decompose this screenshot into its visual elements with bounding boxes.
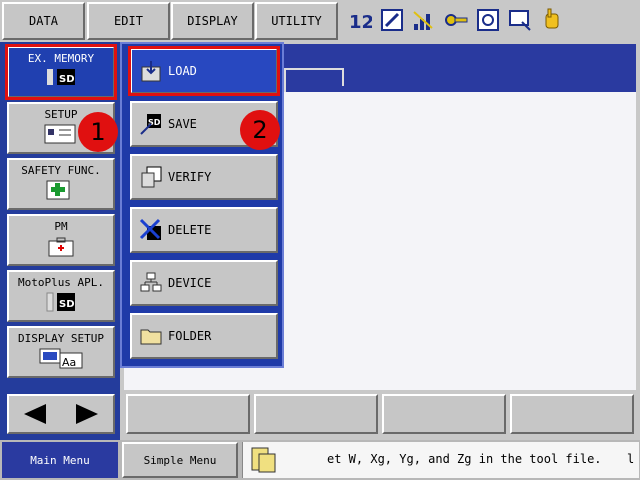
monitor-icon xyxy=(508,8,532,32)
submenu-panel: LOAD SD SAVE VERIFY DELETE DEVICE FOLDER xyxy=(120,42,284,368)
arrow-left-icon[interactable] xyxy=(20,402,50,426)
submenu-delete-label: DELETE xyxy=(168,223,212,237)
submenu-save-label: SAVE xyxy=(168,117,197,131)
status-message: et W, Xg, Yg, and Zg in the tool file. xyxy=(327,452,602,466)
first-aid-icon xyxy=(48,237,74,257)
submenu-delete[interactable]: DELETE xyxy=(130,207,278,253)
menu-utility-label: UTILITY xyxy=(271,14,322,28)
svg-text:12: 12 xyxy=(349,12,372,32)
marker-2: 2 xyxy=(240,110,280,150)
side-item-ex-memory-label: EX. MEMORY xyxy=(27,52,95,65)
clipboard-icon xyxy=(251,447,276,473)
submenu-verify-label: VERIFY xyxy=(168,170,212,184)
svg-text:SD: SD xyxy=(59,74,75,85)
side-item-pm[interactable]: PM xyxy=(7,214,115,266)
submenu-folder[interactable]: FOLDER xyxy=(130,313,278,359)
security-level-icon: 12 xyxy=(348,8,372,32)
function-key-2[interactable] xyxy=(254,394,378,434)
menu-edit[interactable]: EDIT xyxy=(87,2,170,40)
save-icon: SD xyxy=(138,111,164,137)
submenu-verify[interactable]: VERIFY xyxy=(130,154,278,200)
side-item-display-setup[interactable]: DISPLAY SETUP Aa xyxy=(7,326,115,378)
page-arrows[interactable] xyxy=(7,394,115,434)
function-key-3[interactable] xyxy=(382,394,506,434)
hand-icon xyxy=(540,8,564,32)
marker-1-label: 1 xyxy=(90,118,106,146)
submenu-load[interactable]: LOAD xyxy=(128,46,280,96)
marker-1: 1 xyxy=(78,112,118,152)
menu-utility[interactable]: UTILITY xyxy=(255,2,338,40)
function-key-1[interactable] xyxy=(126,394,250,434)
safety-icon xyxy=(46,180,70,200)
gear-icon xyxy=(476,8,500,32)
side-item-pm-label: PM xyxy=(54,220,68,233)
setup-icon xyxy=(44,124,76,144)
marker-2-label: 2 xyxy=(252,116,268,144)
menu-display[interactable]: DISPLAY xyxy=(171,2,254,40)
key-icon xyxy=(444,8,468,32)
verify-icon xyxy=(138,164,164,190)
status-icon-bar: 12 xyxy=(340,0,640,42)
function-key-4[interactable] xyxy=(510,394,634,434)
side-item-display-setup-label: DISPLAY SETUP xyxy=(17,332,105,345)
sd-card-icon: SD xyxy=(47,69,75,85)
side-item-safety-func-label: SAFETY FUNC. xyxy=(21,164,101,177)
svg-text:SD: SD xyxy=(59,299,75,310)
side-item-safety-func[interactable]: SAFETY FUNC. xyxy=(7,158,115,210)
message-area: et W, Xg, Yg, and Zg in the tool file. l xyxy=(242,442,639,478)
edit-mode-icon xyxy=(380,8,404,32)
folder-icon xyxy=(138,323,164,349)
menu-data[interactable]: DATA xyxy=(2,2,85,40)
simple-menu-label: Simple Menu xyxy=(143,453,217,467)
main-menu-label: Main Menu xyxy=(30,453,90,467)
status-trailing: l xyxy=(627,452,635,466)
side-item-ex-memory[interactable]: EX. MEMORY SD xyxy=(5,44,117,100)
main-menu-button[interactable]: Main Menu xyxy=(2,442,118,478)
submenu-device-label: DEVICE xyxy=(168,276,212,290)
menu-display-label: DISPLAY xyxy=(187,14,238,28)
status-bar: Main Menu Simple Menu et W, Xg, Yg, and … xyxy=(0,440,640,480)
side-menu-panel: EX. MEMORY SD SETUP SAFETY FUNC. PM Moto… xyxy=(0,42,120,440)
signal-icon xyxy=(412,8,436,32)
delete-icon xyxy=(138,217,164,243)
menu-data-label: DATA xyxy=(29,14,58,28)
side-item-motoplus[interactable]: MotoPlus APL. SD xyxy=(7,270,115,322)
menu-edit-label: EDIT xyxy=(114,14,143,28)
submenu-folder-label: FOLDER xyxy=(168,329,212,343)
load-icon xyxy=(138,58,164,84)
display-setup-icon: Aa xyxy=(39,348,83,369)
side-item-motoplus-label: MotoPlus APL. xyxy=(17,276,105,289)
device-icon xyxy=(138,270,164,296)
arrow-right-icon[interactable] xyxy=(72,402,102,426)
submenu-device[interactable]: DEVICE xyxy=(130,260,278,306)
svg-text:Aa: Aa xyxy=(62,356,76,369)
submenu-load-label: LOAD xyxy=(168,64,197,78)
simple-menu-button[interactable]: Simple Menu xyxy=(122,442,238,478)
sd-card-icon: SD xyxy=(46,292,75,312)
